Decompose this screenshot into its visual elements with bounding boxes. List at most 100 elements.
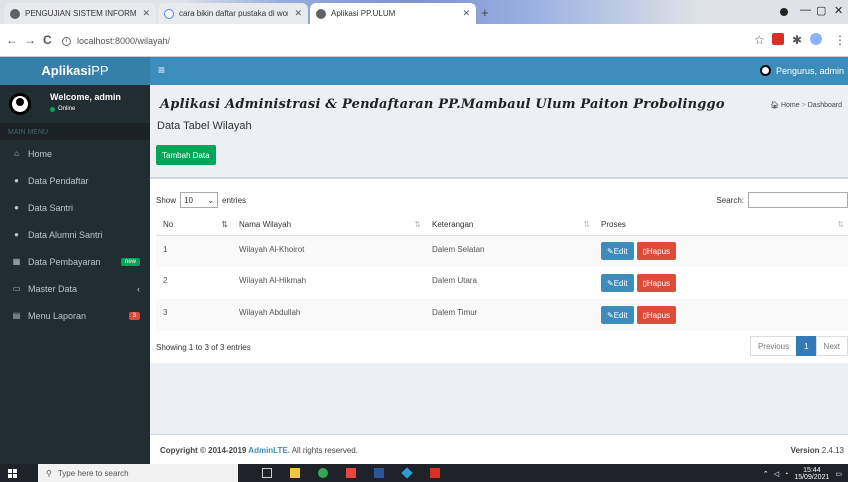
sidebar-item-label: Home [28, 148, 53, 159]
sidebar-toggle-icon[interactable]: ≡ [158, 63, 165, 77]
sidebar-item-menu-laporan[interactable]: ▤ Menu Laporan 3 [0, 302, 150, 329]
pdf-icon[interactable] [430, 468, 440, 478]
windows-start-icon[interactable] [8, 469, 17, 478]
column-header-nama-wilayah[interactable]: Nama Wilayah ⇅ [232, 215, 425, 236]
word-icon[interactable] [374, 468, 384, 478]
app-icon[interactable] [346, 468, 356, 478]
delete-button[interactable]: ▯ Hapus [636, 274, 677, 292]
sidebar-item-home[interactable]: ⌂ Home [0, 140, 150, 167]
status-text: Online [58, 106, 76, 112]
cell-proses: ✎ Edit ▯ Hapus [594, 267, 848, 299]
chrome-icon[interactable] [318, 468, 328, 478]
browser-tab-3[interactable]: Aplikasi PP.ULUM ✕ [310, 3, 476, 24]
tab-close-icon[interactable]: ✕ [142, 8, 150, 19]
address-bar-row: ← → C i localhost:8000/wilayah/ ☆ ✱ ⋮ [0, 24, 848, 57]
clock-date: 15/09/2021 [794, 474, 830, 481]
table-box: Show 10 ⌄ entries Search: No ⇅ Nama Wilaya… [150, 177, 848, 363]
page-length-select[interactable]: 10 ⌄ [180, 192, 219, 208]
table-info: Showing 1 to 3 of 3 entries [156, 343, 251, 352]
edit-label: Edit [613, 246, 628, 256]
copyright-suffix: All rights reserved. [289, 446, 358, 455]
network-icon[interactable]: ◔ [784, 471, 788, 478]
breadcrumb-home[interactable]: Home [781, 102, 800, 109]
top-navbar: ≡ Pengurus, admin [150, 57, 848, 85]
vscode-icon[interactable] [401, 467, 413, 479]
close-window-button[interactable]: ✕ [834, 4, 843, 17]
sidebar-item-label: Menu Laporan [28, 310, 87, 321]
page-length-control: Show 10 ⌄ entries [156, 192, 246, 208]
table-row: 1 Wilayah Al-Khoirot Dalem Selatan ✎ Edi… [156, 235, 848, 267]
next-page-button[interactable]: Next [815, 336, 848, 356]
add-data-button[interactable]: Tambah Data [156, 145, 216, 165]
cell-nama: Wilayah Al-Hikmah [239, 276, 307, 285]
tab-label: Aplikasi PP.ULUM [331, 9, 396, 18]
edit-button[interactable]: ✎ Edit [601, 242, 634, 261]
cell-no: 3 [156, 299, 232, 331]
task-view-icon[interactable] [262, 468, 272, 478]
edit-icon: ✎ [607, 278, 614, 288]
logo-bold: Aplikasi [41, 63, 92, 78]
delete-button[interactable]: ▯ Hapus [636, 306, 677, 324]
table-icon: ▦ [12, 257, 21, 266]
forward-button[interactable]: → [24, 33, 36, 47]
info-icon[interactable]: i [62, 36, 71, 46]
cell-no: 2 [163, 276, 168, 285]
breadcrumb-current: Dashboard [807, 102, 842, 109]
user-menu[interactable]: Pengurus, admin [759, 65, 844, 76]
taskbar-search[interactable]: ⚲ Type here to search [38, 464, 238, 482]
sidebar-item-master-data[interactable]: ▭ Master Data ‹ [0, 275, 150, 302]
column-header-keterangan[interactable]: Keterangan ⇅ [425, 215, 594, 236]
cell-no: 1 [156, 235, 232, 267]
previous-page-button[interactable]: Previous [749, 336, 798, 356]
tab-close-icon[interactable]: ✕ [462, 8, 470, 19]
url-text: localhost:8000/wilayah/ [77, 36, 171, 46]
chevron-down-icon: ⌄ [207, 195, 215, 205]
column-header-no[interactable]: No ⇅ [156, 215, 232, 236]
notifications-icon[interactable]: ▭ [835, 470, 842, 478]
adminlte-link[interactable]: AdminLTE. [248, 446, 290, 455]
table-row: 2 Wilayah Al-Hikmah Dalem Utara ✎ Edit ▯ … [156, 267, 848, 299]
minimize-button[interactable]: — [800, 4, 811, 16]
profile-avatar-icon[interactable] [810, 33, 822, 45]
sidebar-item-label: Data Santri [28, 202, 74, 213]
sidebar-item-data-santri[interactable]: ● Data Santri [0, 194, 150, 221]
header-label: Nama Wilayah [239, 220, 292, 230]
app-logo[interactable]: AplikasiPP [0, 57, 150, 85]
url-field[interactable]: i localhost:8000/wilayah/ [62, 31, 724, 51]
tray-chevron-icon[interactable]: ⌃ [763, 470, 769, 478]
search-input[interactable] [748, 192, 848, 208]
sidebar-item-label: Data Alumni Santri [28, 229, 103, 240]
volume-icon[interactable]: ◁ [774, 470, 779, 478]
profile-icon[interactable] [780, 8, 788, 16]
reload-button[interactable]: C [43, 33, 52, 47]
browser-tab-2[interactable]: cara bikin daftar pustaka di word ✕ [158, 3, 308, 24]
browser-tab-1[interactable]: PENGUJIAN SISTEM INFORMASI ✕ [4, 3, 156, 24]
cell-proses: ✎ Edit ▯ Hapus [594, 299, 848, 331]
new-tab-button[interactable]: + [481, 5, 489, 20]
copyright: Copyright © 2014-2019 AdminLTE. All righ… [160, 446, 358, 455]
laptop-icon: ▭ [12, 284, 21, 293]
user-menu-label: Pengurus, admin [775, 65, 844, 76]
home-icon: ⌂ [14, 149, 19, 158]
page-1-button[interactable]: 1 [796, 336, 817, 356]
clock[interactable]: 15:44 15/09/2021 [794, 467, 829, 481]
delete-button[interactable]: ▯ Hapus [636, 242, 677, 261]
back-button[interactable]: ← [6, 33, 18, 47]
content-wrapper: Aplikasi Administrasi & Pendaftaran PP.M… [150, 85, 848, 434]
maximize-button[interactable]: ▢ [816, 4, 826, 17]
bookmark-star-icon[interactable]: ☆ [754, 33, 765, 47]
sidebar-item-data-pendaftar[interactable]: ● Data Pendaftar [0, 167, 150, 194]
column-header-proses[interactable]: Proses ⇅ [594, 215, 848, 236]
menu-dots-icon[interactable]: ⋮ [834, 33, 846, 47]
sort-icon: ⇅ [414, 220, 421, 230]
extensions-puzzle-icon[interactable]: ✱ [792, 33, 802, 47]
user-icon: ● [14, 230, 19, 239]
tab-close-icon[interactable]: ✕ [294, 8, 302, 19]
entries-label: entries [222, 195, 247, 205]
sidebar-item-data-alumni-santri[interactable]: ● Data Alumni Santri [0, 221, 150, 248]
edit-button[interactable]: ✎ Edit [601, 274, 634, 292]
sidebar-item-data-pembayaran[interactable]: ▦ Data Pembayaran new [0, 248, 150, 275]
extension-icon[interactable] [772, 33, 784, 45]
file-explorer-icon[interactable] [290, 468, 300, 478]
edit-button[interactable]: ✎ Edit [601, 306, 634, 324]
